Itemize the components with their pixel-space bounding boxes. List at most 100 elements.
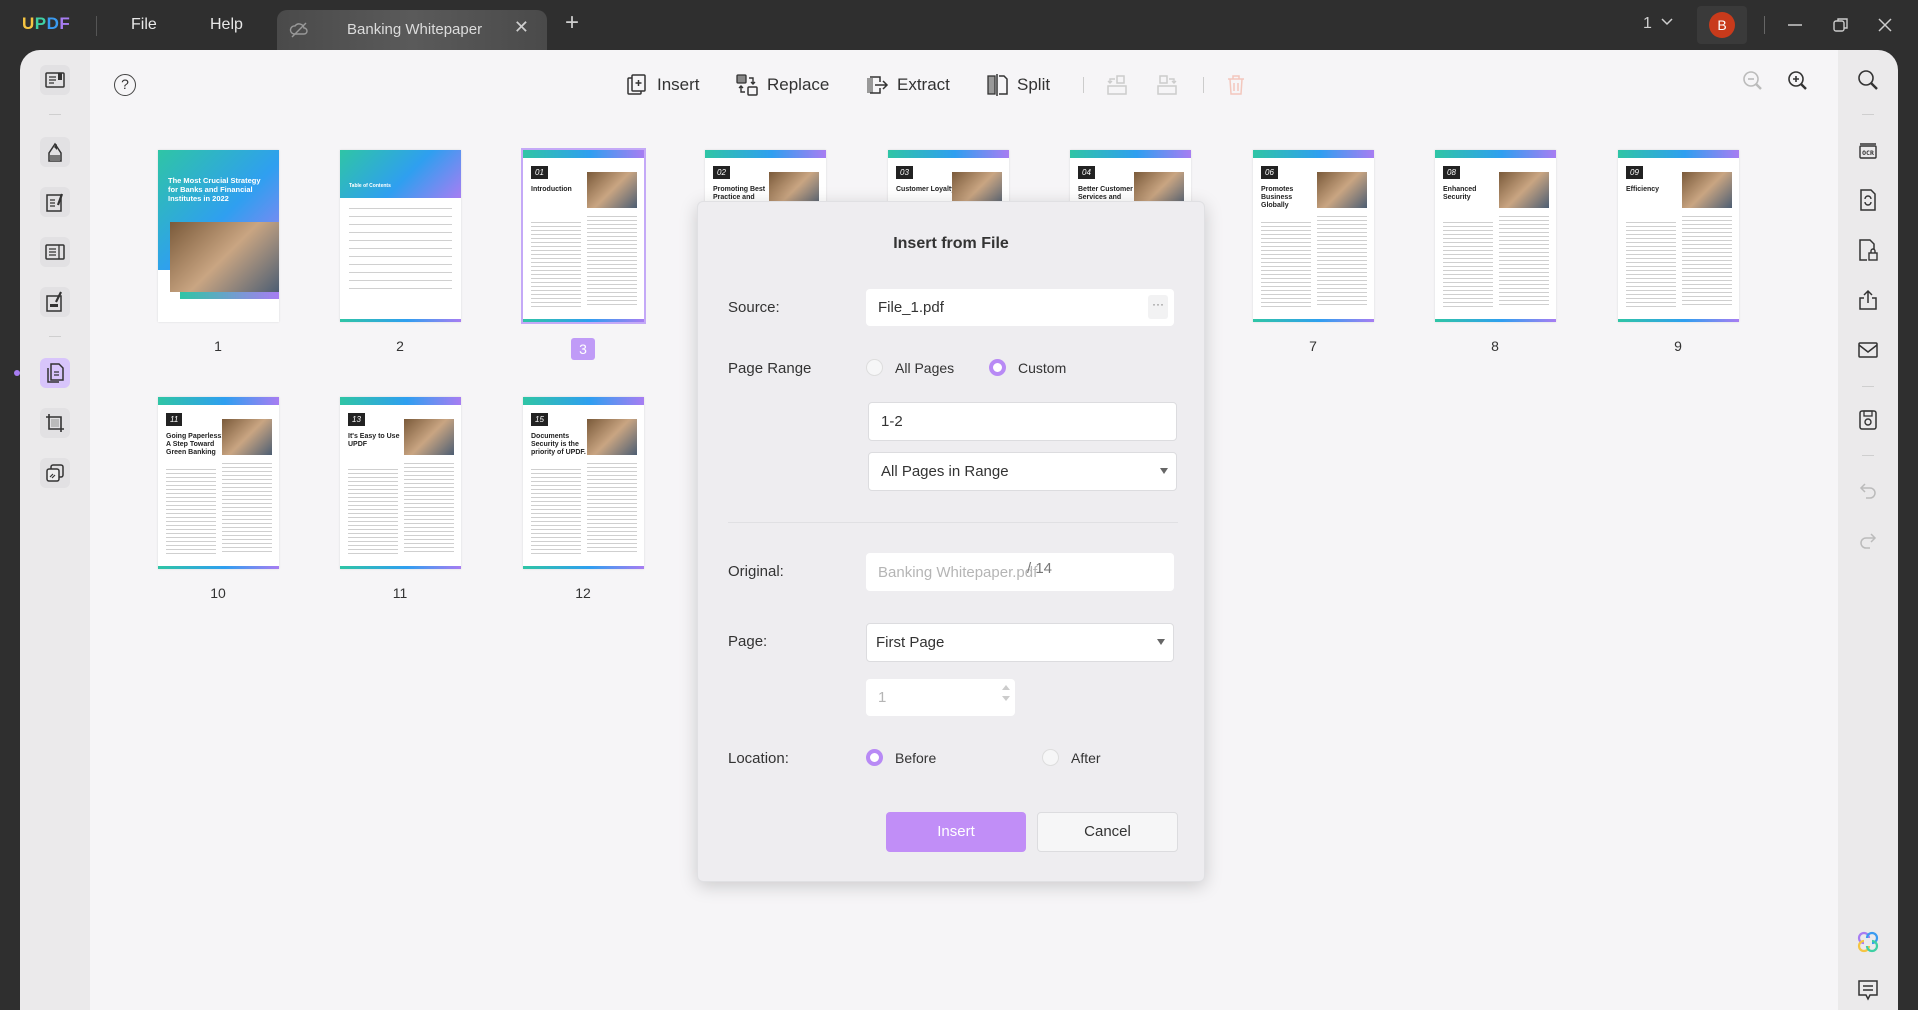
svg-text:OCR: OCR <box>1862 149 1874 157</box>
cancel-button[interactable]: Cancel <box>1037 812 1178 852</box>
dropdown-arrow-icon <box>1160 468 1168 474</box>
new-tab-button[interactable]: + <box>565 11 579 35</box>
thumbnail-title: Documents Security is the priority of UP… <box>531 433 586 456</box>
page-thumbnail[interactable]: 15 Documents Security is the priority of … <box>523 397 644 569</box>
unsynced-cloud-icon <box>289 20 309 40</box>
insert-label: Insert <box>657 75 700 94</box>
share-icon[interactable] <box>1856 288 1880 312</box>
delete-button[interactable] <box>1224 68 1248 102</box>
divider <box>1203 77 1204 93</box>
window-edge <box>0 50 20 1010</box>
rotate-right-button[interactable] <box>1155 68 1179 102</box>
page-label: Page: <box>728 633 768 650</box>
divider <box>1083 77 1084 93</box>
rotate-left-icon <box>1107 75 1127 95</box>
watermark-button[interactable] <box>40 458 70 488</box>
page-thumbnail[interactable]: The Most Crucial Strategy for Banks and … <box>158 150 279 322</box>
minimize-icon[interactable] <box>1782 12 1808 38</box>
divider <box>49 114 61 115</box>
radio-before[interactable]: Before <box>866 749 936 766</box>
zoom-in-icon[interactable] <box>1785 68 1811 94</box>
custom-range-input[interactable]: 1-2 <box>868 402 1177 441</box>
updf-logo: UPDF <box>22 14 71 33</box>
radio-label: After <box>1071 749 1101 766</box>
document-tab[interactable]: Banking Whitepaper ✕ <box>277 10 547 50</box>
divider <box>49 336 61 337</box>
highlighter-icon <box>48 142 62 162</box>
chevron-down-icon[interactable] <box>1660 15 1674 29</box>
radio-label: Before <box>895 749 937 766</box>
undo-icon[interactable] <box>1856 478 1880 502</box>
save-icon[interactable] <box>1856 408 1880 432</box>
form-mode-button[interactable] <box>40 237 70 267</box>
source-label: Source: <box>728 299 780 316</box>
reader-mode-button[interactable] <box>40 65 70 95</box>
ai-assistant-icon[interactable] <box>1856 930 1880 954</box>
sign-mode-button[interactable] <box>40 287 70 317</box>
radio-label: All Pages <box>895 359 955 376</box>
tab-title: Banking Whitepaper <box>347 21 483 38</box>
rotate-left-button[interactable] <box>1105 68 1129 102</box>
crop-icon <box>46 414 64 432</box>
redo-icon[interactable] <box>1856 528 1880 552</box>
thumbnail-title: The Most Crucial Strategy for Banks and … <box>168 176 261 203</box>
trash-icon <box>1228 75 1244 95</box>
right-sidebar: OCR <box>1838 50 1898 1010</box>
restore-icon[interactable] <box>1828 12 1854 38</box>
search-icon[interactable] <box>1856 68 1880 92</box>
title-bar: UPDF File Help Banking Whitepaper ✕ + 1 … <box>0 0 1918 50</box>
protect-pdf-icon[interactable] <box>1856 238 1880 262</box>
organize-pages-icon <box>47 363 64 383</box>
page-number-label: 1 <box>214 338 222 354</box>
section-number: 03 <box>896 166 913 179</box>
radio-all-pages[interactable]: All Pages <box>866 359 954 376</box>
thumbnail-title: Table of Contents <box>349 183 391 189</box>
rotate-right-icon <box>1157 75 1177 95</box>
ocr-icon[interactable]: OCR <box>1856 138 1880 162</box>
comments-icon[interactable] <box>1856 978 1880 1002</box>
account-button[interactable]: B <box>1697 6 1747 44</box>
close-tab-icon[interactable]: ✕ <box>514 17 529 38</box>
replace-page-icon <box>736 74 758 96</box>
page-thumbnail[interactable]: 01 Introduction <box>521 148 646 324</box>
page-thumbnail[interactable]: Table of Contents <box>340 150 461 322</box>
page-thumbnail[interactable]: 13 It's Easy to Use UPDF <box>340 397 461 569</box>
split-label: Split <box>1017 75 1051 94</box>
page-thumbnail[interactable]: 09 Efficiency <box>1618 150 1739 322</box>
insert-confirm-button[interactable]: Insert <box>886 812 1026 852</box>
page-thumbnail[interactable]: 11 Going Paperless: A Step Toward Green B… <box>158 397 279 569</box>
close-window-icon[interactable] <box>1872 12 1898 38</box>
layers-icon <box>46 464 64 482</box>
insert-button[interactable]: Insert <box>625 68 700 102</box>
edit-mode-button[interactable] <box>40 187 70 217</box>
page-thumbnail[interactable]: 08 Enhanced Security <box>1435 150 1556 322</box>
zoom-out-icon[interactable] <box>1740 68 1766 94</box>
range-subset-dropdown[interactable]: All Pages in Range <box>868 452 1177 491</box>
comment-mode-button[interactable] <box>40 137 70 167</box>
browse-file-button[interactable]: ··· <box>1148 295 1168 319</box>
extract-label: Extract <box>897 75 950 94</box>
original-value: Banking Whitepaper.pdf <box>878 563 1038 581</box>
menu-file[interactable]: File <box>131 16 157 34</box>
insert-from-file-dialog: Insert from File Source: File_1.pdf ··· … <box>697 201 1205 882</box>
organize-pages-button[interactable] <box>40 358 70 388</box>
split-button[interactable]: Split <box>985 68 1050 102</box>
thumbnail-title: Efficiency <box>1626 186 1660 193</box>
stepper-arrows[interactable] <box>1001 683 1011 709</box>
page-thumbnail[interactable]: 06 Promotes Business Globally <box>1253 150 1374 322</box>
crop-pages-button[interactable] <box>40 408 70 438</box>
split-icon <box>987 74 1008 96</box>
thumbnail-title: Introduction <box>531 186 572 193</box>
page-number-stepper[interactable]: 1 <box>866 679 1015 716</box>
radio-custom[interactable]: Custom <box>989 359 1066 376</box>
page-dropdown[interactable]: First Page <box>866 623 1174 662</box>
extract-button[interactable]: Extract <box>865 68 950 102</box>
replace-button[interactable]: Replace <box>735 68 829 102</box>
window-count[interactable]: 1 <box>1643 15 1652 33</box>
radio-after[interactable]: After <box>1042 749 1101 766</box>
source-field[interactable]: File_1.pdf ··· <box>866 289 1174 326</box>
menu-help[interactable]: Help <box>210 16 243 34</box>
location-label: Location: <box>728 750 789 767</box>
convert-pdf-icon[interactable] <box>1856 188 1880 212</box>
email-icon[interactable] <box>1856 338 1880 362</box>
